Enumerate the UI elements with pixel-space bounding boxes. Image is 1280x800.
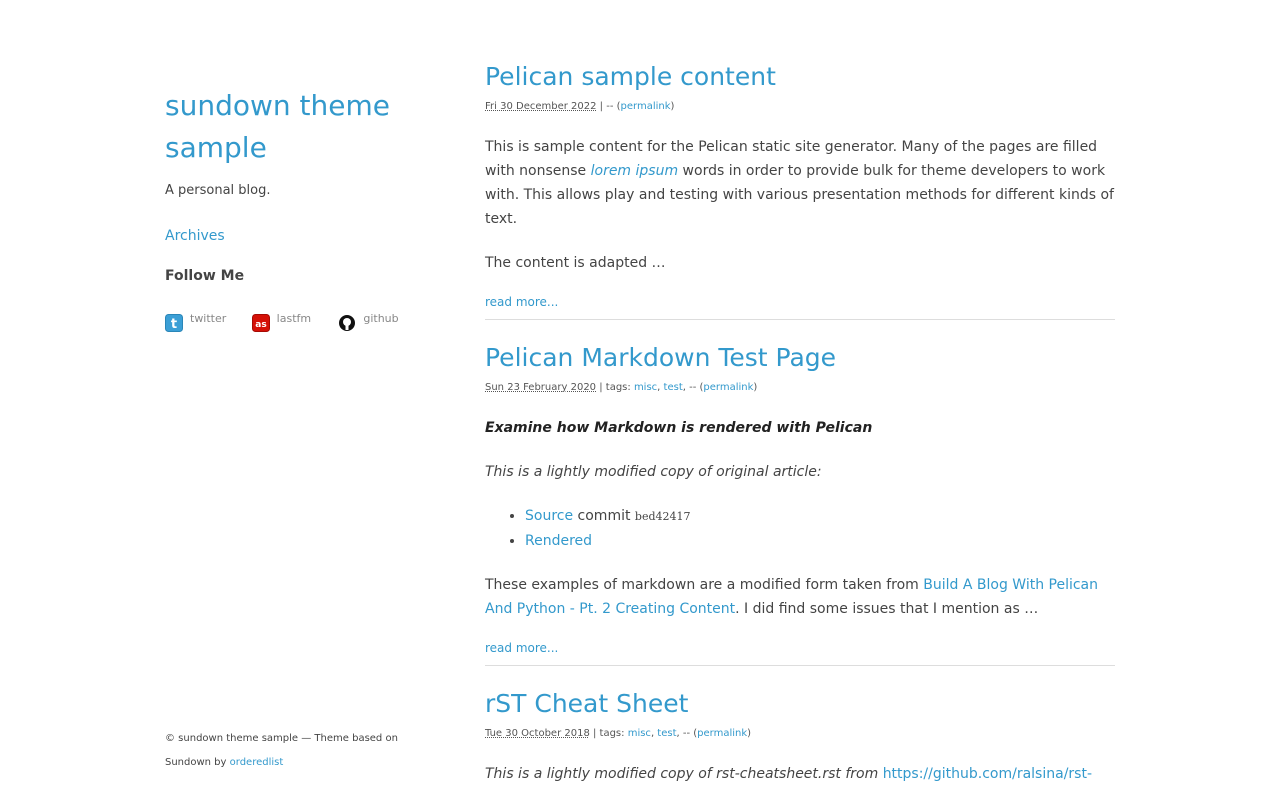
paragraph-text: . I did find some issues that I mention … <box>735 601 1039 617</box>
main-content: Pelican sample content Fri 30 December 2… <box>485 58 1115 786</box>
article-divider <box>485 319 1115 320</box>
article: rST Cheat Sheet Tue 30 October 2018 | ta… <box>485 685 1115 786</box>
page: sundown theme sample A personal blog. Ar… <box>0 0 1280 800</box>
social-twitter-label: twitter <box>190 312 227 325</box>
rst-source-link[interactable]: https://github.com/ralsina/rst- <box>883 766 1092 782</box>
lorem-ipsum-link[interactable]: lorem ipsum <box>591 163 679 179</box>
tag-misc-link[interactable]: misc <box>628 728 651 739</box>
meta-end: ) <box>753 382 758 393</box>
tags-prefix: | tags: <box>589 728 628 739</box>
article-paragraph: This is sample content for the Pelican s… <box>485 135 1115 231</box>
meta-end: ) <box>747 728 752 739</box>
article-title-link[interactable]: Pelican Markdown Test Page <box>485 343 836 372</box>
article: Pelican Markdown Test Page Sun 23 Februa… <box>485 339 1115 666</box>
article-meta: Sun 23 February 2020 | tags: misc, test,… <box>485 382 758 393</box>
follow-me-heading: Follow Me <box>165 268 245 284</box>
list-item: Source commit bed42417 <box>525 504 1115 529</box>
article-date: Fri 30 December 2022 <box>485 101 597 112</box>
meta-end: ) <box>670 101 675 112</box>
rendered-link[interactable]: Rendered <box>525 533 592 549</box>
paragraph-text: This is a lightly modified copy of rst-c… <box>485 766 883 782</box>
permalink-link[interactable]: permalink <box>621 101 671 112</box>
tags-prefix: | tags: <box>596 382 634 393</box>
social-github-label: github <box>363 312 399 325</box>
article-meta: Fri 30 December 2022 | -- (permalink) <box>485 99 1115 115</box>
article-divider <box>485 665 1115 666</box>
article-title[interactable]: rST Cheat Sheet <box>485 685 1115 723</box>
read-more-link[interactable]: read more... <box>485 295 1115 309</box>
source-links-list: Source commit bed42417 Rendered <box>485 504 1115 553</box>
article-paragraph: This is a lightly modified copy of rst-c… <box>485 762 1115 786</box>
permalink-link[interactable]: permalink <box>697 728 747 739</box>
site-title[interactable]: sundown theme sample <box>165 85 425 169</box>
meta-separator: , -- ( <box>676 728 698 739</box>
article-title-link[interactable]: rST Cheat Sheet <box>485 689 688 718</box>
article-title[interactable]: Pelican sample content <box>485 58 1115 96</box>
tag-misc-link[interactable]: misc <box>634 382 657 393</box>
social-lastfm-label: lastfm <box>276 312 312 325</box>
article-lead: Examine how Markdown is rendered with Pe… <box>485 420 873 436</box>
tag-test-link[interactable]: test <box>664 382 683 393</box>
article-paragraph: The content is adapted … <box>485 255 666 271</box>
social-lastfm-link[interactable]: as lastfm <box>251 312 339 332</box>
footer-orderedlist-link[interactable]: orderedlist <box>230 757 284 768</box>
footer: © sundown theme sample — Theme based on … <box>165 727 430 775</box>
github-icon <box>339 315 356 331</box>
source-link[interactable]: Source <box>525 508 573 524</box>
article: Pelican sample content Fri 30 December 2… <box>485 58 1115 320</box>
article-meta: Tue 30 October 2018 | tags: misc, test, … <box>485 728 752 739</box>
article-date: Tue 30 October 2018 <box>485 728 590 739</box>
site-title-link[interactable]: sundown theme sample <box>165 89 390 164</box>
tag-test-link[interactable]: test <box>657 728 676 739</box>
paragraph-text: These examples of markdown are a modifie… <box>485 577 924 593</box>
article-title[interactable]: Pelican Markdown Test Page <box>485 339 1115 377</box>
commit-hash: bed42417 <box>634 510 691 523</box>
site-tagline: A personal blog. <box>165 183 271 198</box>
social-links: t twitter as lastfm github <box>165 312 425 332</box>
lastfm-icon: as <box>251 314 270 332</box>
svg-text:t: t <box>171 317 177 332</box>
article-date: Sun 23 February 2020 <box>485 382 597 393</box>
article-title-link[interactable]: Pelican sample content <box>485 62 776 91</box>
svg-text:as: as <box>255 320 266 330</box>
meta-separator: | -- ( <box>596 101 621 112</box>
social-github-link[interactable]: github <box>338 312 425 332</box>
meta-separator: , -- ( <box>682 382 704 393</box>
archives-link[interactable]: Archives <box>165 228 425 244</box>
read-more-link[interactable]: read more... <box>485 641 1115 655</box>
commit-text: commit <box>573 508 635 524</box>
article-note: This is a lightly modified copy of origi… <box>485 464 822 480</box>
permalink-link[interactable]: permalink <box>703 382 753 393</box>
sidebar: sundown theme sample A personal blog. Ar… <box>165 85 425 332</box>
list-item: Rendered <box>525 529 1115 553</box>
article-paragraph: These examples of markdown are a modifie… <box>485 573 1115 621</box>
twitter-icon: t <box>165 314 183 332</box>
social-twitter-link[interactable]: t twitter <box>165 312 252 332</box>
